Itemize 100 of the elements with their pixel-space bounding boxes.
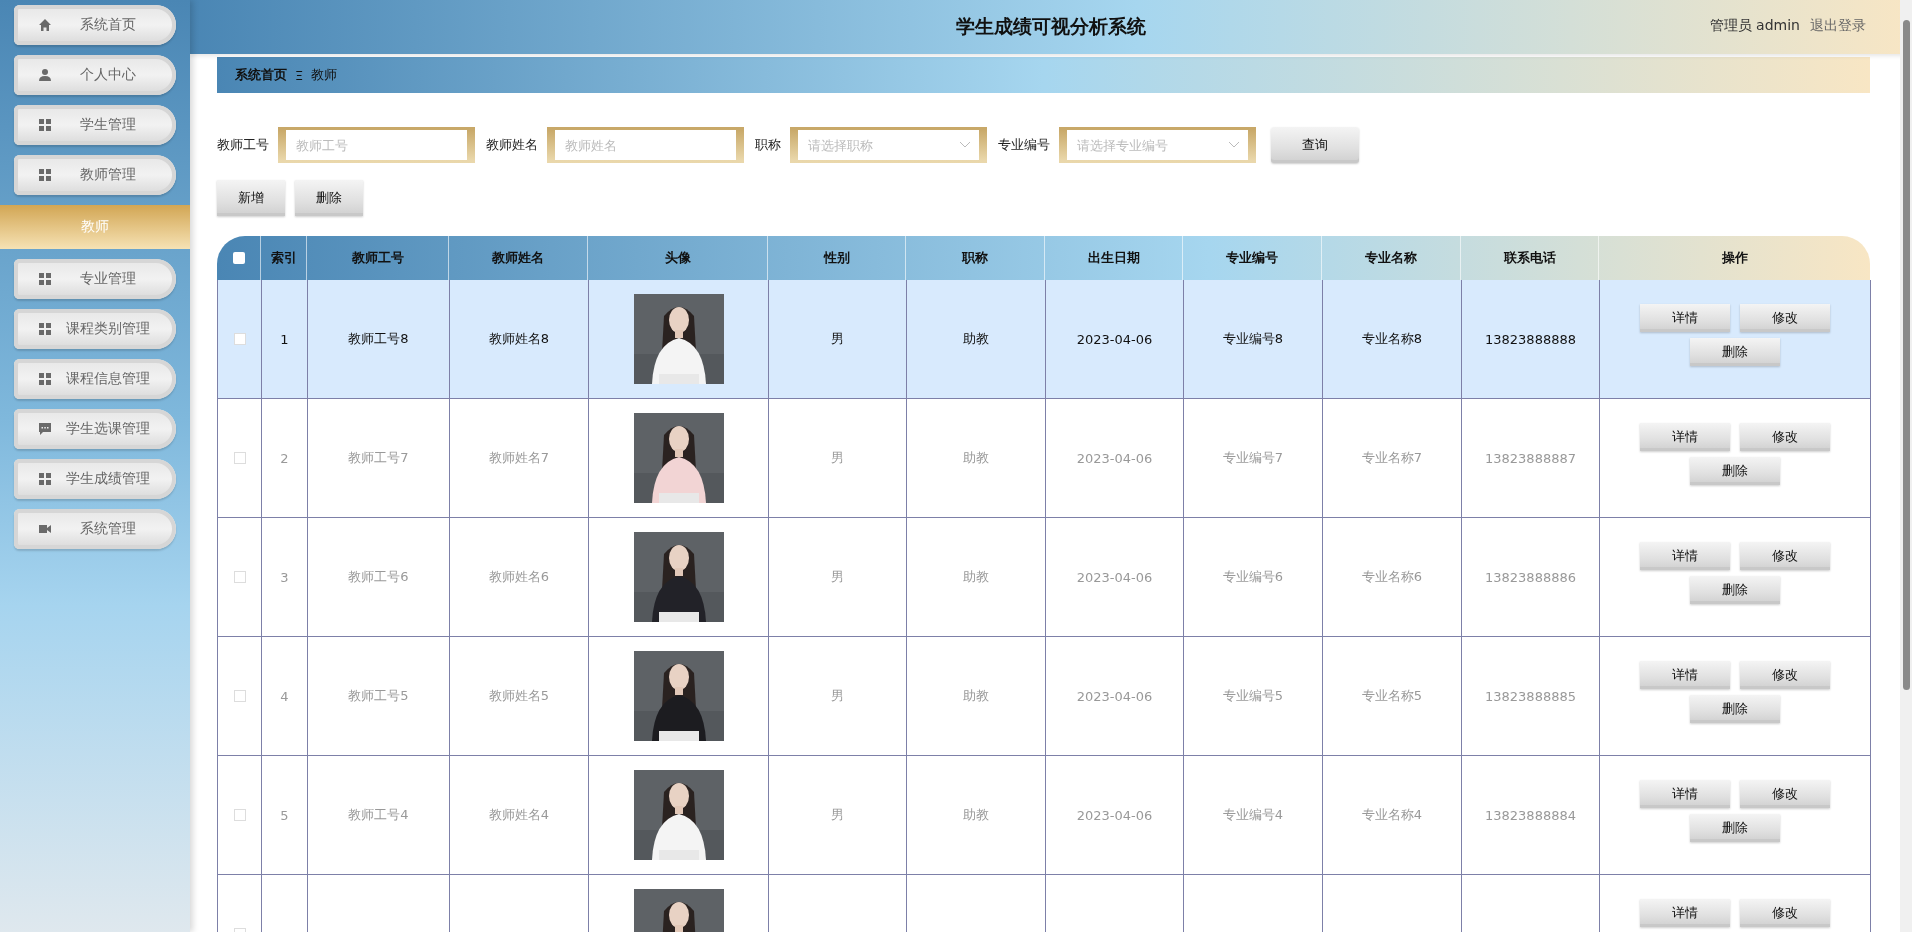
table-cell: 2023-04-06: [1076, 450, 1153, 466]
row-checkbox[interactable]: [233, 571, 246, 583]
toolbar-button[interactable]: 删除: [295, 180, 363, 216]
table-cell: 2023-04-06: [1076, 688, 1153, 704]
scrollbar[interactable]: [1900, 0, 1912, 932]
table-cell: 13823888888: [1485, 331, 1576, 347]
action-button[interactable]: 详情: [1640, 899, 1730, 927]
table-cell: 教师姓名6: [488, 568, 550, 586]
table-cell: 2: [280, 450, 289, 466]
sidebar-item[interactable]: 学生成绩管理: [14, 459, 176, 499]
table-cell: 教师工号5: [348, 687, 409, 705]
table-cell: 助教: [963, 330, 989, 348]
table-cell: 专业编号5: [1222, 687, 1284, 705]
action-button[interactable]: 修改: [1740, 542, 1830, 570]
table-row[interactable]: 2 教师工号7 教师姓名7 男 助教 2023-04-06 专业编号7 专业名称7 13823888887 详情 修改 删除: [217, 399, 1870, 518]
user-label: 管理员 admin: [1709, 17, 1800, 35]
row-checkbox[interactable]: [233, 452, 246, 464]
table-cell: 专业名称7: [1361, 449, 1423, 467]
grid-icon: [38, 372, 52, 386]
action-button[interactable]: 删除: [1690, 338, 1780, 366]
sidebar-item[interactable]: 课程信息管理: [14, 359, 176, 399]
table-row[interactable]: 3 教师工号6 教师姓名6 男 助教 2023-04-06 专业编号6 专业名称6 13823888886 详情 修改 删除: [217, 518, 1870, 637]
action-button[interactable]: 修改: [1740, 661, 1830, 689]
input-field[interactable]: 教师工号: [278, 127, 475, 163]
home-icon: [38, 18, 52, 32]
chat-icon: [38, 422, 52, 436]
row-checkbox[interactable]: [233, 809, 246, 821]
table-cell: 助教: [963, 568, 989, 586]
sidebar-item[interactable]: 学生选课管理: [14, 409, 176, 449]
table-cell: 教师姓名8: [488, 330, 550, 348]
select-field[interactable]: 请选择职称: [790, 127, 987, 163]
table-cell: 教师姓名5: [488, 687, 550, 705]
table-row[interactable]: 详情 修改: [217, 875, 1870, 932]
action-button[interactable]: 删除: [1690, 457, 1780, 485]
table-row[interactable]: 1 教师工号8 教师姓名8 男 助教 2023-04-06 专业编号8 专业名称8 13823888888 详情 修改 删除: [217, 280, 1870, 399]
search-button[interactable]: 查询: [1271, 127, 1359, 163]
chevron-down-icon[interactable]: [1228, 141, 1240, 149]
sidebar-item[interactable]: 系统首页: [14, 5, 176, 45]
action-button[interactable]: 详情: [1640, 542, 1730, 570]
filter-label: 教师工号: [217, 136, 269, 154]
table-row[interactable]: 5 教师工号4 教师姓名4 男 助教 2023-04-06 专业编号4 专业名称4 13823888884 详情 修改 删除: [217, 756, 1870, 875]
row-checkbox[interactable]: [233, 333, 246, 345]
table-cell: 2023-04-06: [1076, 807, 1153, 823]
action-button[interactable]: 修改: [1740, 423, 1830, 451]
action-button[interactable]: 详情: [1640, 304, 1730, 332]
table-cell: 专业编号4: [1222, 806, 1284, 824]
table-cell: 13823888885: [1485, 688, 1576, 704]
table-cell: 教师工号4: [348, 806, 409, 824]
row-checkbox[interactable]: [233, 690, 246, 702]
table-cell: 专业名称8: [1361, 330, 1423, 348]
table-row[interactable]: 4 教师工号5 教师姓名5 男 助教 2023-04-06 专业编号5 专业名称5 13823888885 详情 修改 删除: [217, 637, 1870, 756]
select-all-checkbox[interactable]: [232, 252, 245, 264]
column-header: 操作: [1720, 249, 1749, 267]
action-button[interactable]: 删除: [1690, 695, 1780, 723]
sidebar-item[interactable]: 课程类别管理: [14, 309, 176, 349]
table-cell: 专业编号8: [1222, 330, 1284, 348]
table-cell: 教师工号8: [348, 330, 409, 348]
video-camera-icon: [38, 522, 52, 536]
chevron-down-icon[interactable]: [959, 141, 971, 149]
action-button[interactable]: 修改: [1740, 304, 1830, 332]
action-button[interactable]: 删除: [1690, 814, 1780, 842]
table-cell: 助教: [963, 687, 989, 705]
grid-icon: [38, 472, 52, 486]
action-button[interactable]: 详情: [1640, 780, 1730, 808]
table-cell: 13823888884: [1485, 807, 1576, 823]
breadcrumb-current: 教师: [311, 66, 338, 84]
filter-label: 专业编号: [998, 136, 1050, 154]
toolbar-button[interactable]: 新增: [217, 180, 285, 216]
filter-label: 教师姓名: [486, 136, 538, 154]
sidebar-item[interactable]: 系统管理: [14, 509, 176, 549]
table-cell: 男: [831, 687, 844, 705]
table-cell: 4: [280, 688, 289, 704]
input-field[interactable]: 教师姓名: [547, 127, 744, 163]
table-cell: 1: [280, 331, 289, 347]
select-field[interactable]: 请选择专业编号: [1059, 127, 1256, 163]
action-button[interactable]: 修改: [1740, 780, 1830, 808]
breadcrumb-link[interactable]: 系统首页: [235, 66, 287, 84]
sidebar-item[interactable]: 个人中心: [14, 55, 176, 95]
table-cell: 专业名称4: [1361, 806, 1423, 824]
person-icon: [38, 68, 52, 82]
action-button[interactable]: 详情: [1640, 423, 1730, 451]
table-cell: 助教: [963, 449, 989, 467]
action-button[interactable]: 删除: [1690, 576, 1780, 604]
action-button[interactable]: 详情: [1640, 661, 1730, 689]
app-title: 学生成绩可视分析系统: [956, 14, 1146, 39]
breadcrumb-separator: Ξ: [295, 67, 304, 83]
table-cell: 男: [831, 806, 844, 824]
table-cell: 13823888886: [1485, 569, 1576, 585]
table-cell: 专业名称5: [1361, 687, 1423, 705]
table-cell: 男: [831, 449, 844, 467]
table-cell: 教师姓名7: [488, 449, 550, 467]
sidebar-item[interactable]: 专业管理: [14, 259, 176, 299]
action-button[interactable]: 修改: [1740, 899, 1830, 927]
table-cell: 教师工号6: [348, 568, 409, 586]
sidebar-item[interactable]: 教师管理: [14, 155, 176, 195]
logout-link[interactable]: 退出登录: [1810, 17, 1866, 35]
table-cell: 5: [280, 807, 289, 823]
sidebar-item[interactable]: 学生管理: [14, 105, 176, 145]
grid-icon: [38, 118, 52, 132]
table-cell: 男: [831, 568, 844, 586]
